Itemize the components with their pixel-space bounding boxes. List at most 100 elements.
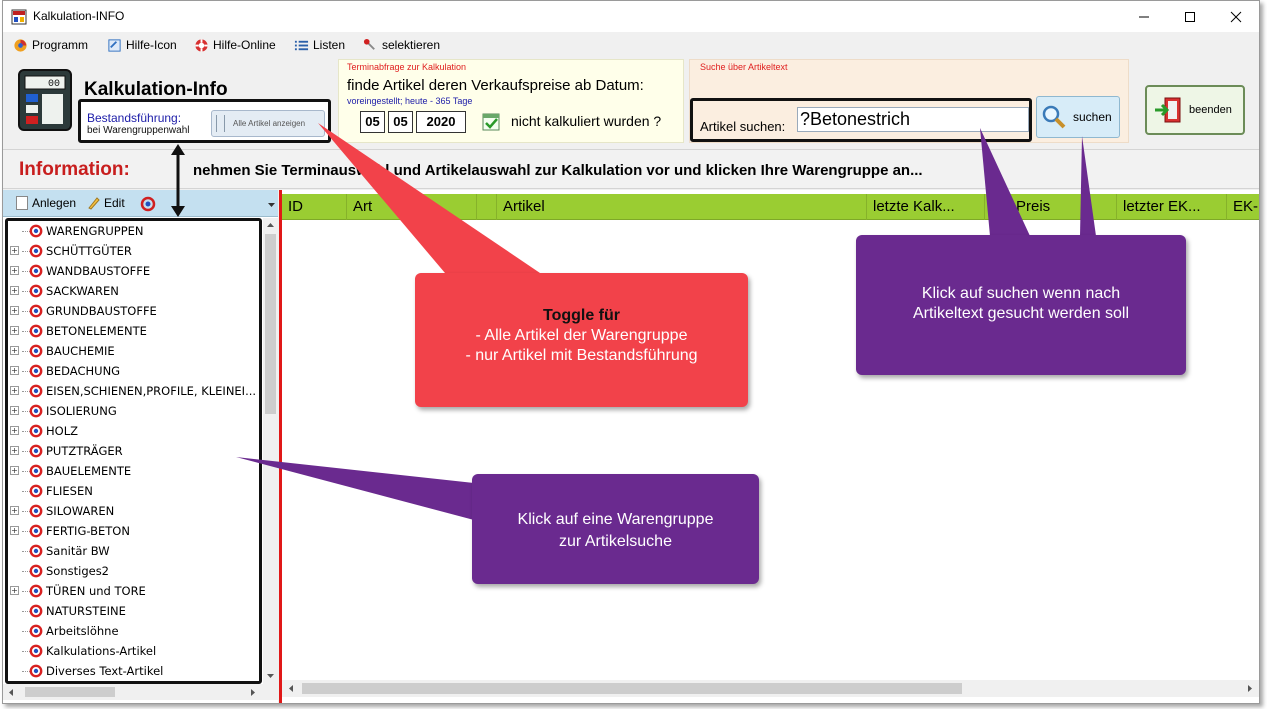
dropdown-arrow-icon[interactable] — [267, 200, 276, 209]
expand-icon[interactable]: + — [10, 506, 19, 515]
article-search-label: Artikel suchen: — [700, 119, 786, 134]
tree-item-label: SACKWAREN — [46, 284, 119, 298]
column-ek-price[interactable]: EK-Preis — [985, 194, 1117, 220]
tree-item[interactable]: + ISOLIERUNG — [8, 401, 258, 421]
product-group-icon — [29, 284, 43, 298]
column-artikel[interactable]: Artikel — [497, 194, 867, 220]
column-ek-cut[interactable]: EK- — [1227, 194, 1259, 220]
tree-item[interactable]: Diverses Text-Artikel — [8, 661, 258, 681]
tree-item[interactable]: + HOLZ — [8, 421, 258, 441]
date-month-field[interactable]: 05 — [388, 111, 413, 133]
tree-item[interactable]: + BETONELEMENTE — [8, 321, 258, 341]
scroll-right-icon[interactable] — [249, 688, 257, 697]
tree-horizontal-thumb[interactable] — [25, 687, 115, 697]
grid-horizontal-scrollbar[interactable] — [282, 680, 1259, 697]
tree-item-label: SILOWAREN — [46, 504, 115, 518]
menu-listen[interactable]: Listen — [294, 36, 345, 54]
scroll-down-icon[interactable] — [266, 672, 275, 680]
tree-item[interactable]: + FERTIG-BETON — [8, 521, 258, 541]
date-year-field[interactable]: 2020 — [416, 111, 466, 133]
expand-icon[interactable]: + — [10, 306, 19, 315]
product-group-icon — [29, 484, 43, 498]
tree-item[interactable]: + BAUCHEMIE — [8, 341, 258, 361]
app-icon — [11, 9, 27, 25]
expand-icon[interactable]: + — [10, 446, 19, 455]
tree-item[interactable]: Kalkulations-Artikel — [8, 641, 258, 661]
expand-icon[interactable]: + — [10, 406, 19, 415]
search-button[interactable]: suchen — [1036, 96, 1120, 138]
edit-group-button[interactable]: Edit — [87, 196, 125, 210]
tree-item[interactable]: + PUTZTRÄGER — [8, 441, 258, 461]
expand-icon[interactable]: + — [10, 266, 19, 275]
close-button[interactable] — [1213, 1, 1259, 32]
tree-item-label: PUTZTRÄGER — [46, 444, 123, 458]
menu-programm[interactable]: Programm — [13, 36, 88, 54]
column-last-ek[interactable]: letzter EK... — [1117, 194, 1227, 220]
stock-management-sublabel: bei Warengruppenwahl — [87, 125, 190, 136]
date-query-suffix: nicht kalkuliert wurden ? — [511, 113, 662, 129]
tree-item[interactable]: FLIESEN — [8, 481, 258, 501]
article-search-input[interactable] — [797, 107, 1029, 132]
maximize-button[interactable] — [1167, 1, 1213, 32]
date-day-field[interactable]: 05 — [360, 111, 385, 133]
group-tool-button[interactable] — [140, 196, 156, 212]
scroll-up-icon[interactable] — [266, 221, 275, 229]
product-group-icon — [29, 624, 43, 638]
expand-icon[interactable]: + — [10, 246, 19, 255]
product-group-icon — [29, 464, 43, 478]
tree-item[interactable]: + GRUNDBAUSTOFFE — [8, 301, 258, 321]
tree-item-label: FLIESEN — [46, 484, 93, 498]
menu-hilfe-online[interactable]: Hilfe-Online — [194, 36, 276, 54]
product-group-icon — [29, 344, 43, 358]
product-group-icon — [29, 504, 43, 518]
tree-item[interactable]: + BEDACHUNG — [8, 361, 258, 381]
product-group-icon — [140, 196, 156, 212]
expand-icon[interactable]: + — [10, 526, 19, 535]
tree-item[interactable]: Sonstiges2 — [8, 561, 258, 581]
expand-icon[interactable]: + — [10, 286, 19, 295]
expand-icon[interactable]: + — [10, 326, 19, 335]
tree-item[interactable]: + SACKWAREN — [8, 281, 258, 301]
expand-icon[interactable]: + — [10, 466, 19, 475]
column-spacer[interactable] — [477, 194, 497, 220]
expand-icon[interactable]: + — [10, 586, 19, 595]
menu-hilfe-icon[interactable]: Hilfe-Icon — [107, 36, 177, 54]
product-group-icon — [29, 384, 43, 398]
search-callout-line: Klick auf suchen wenn nach — [921, 285, 1121, 302]
column-art[interactable]: Art — [347, 194, 477, 220]
column-last-calc[interactable]: letzte Kalk... — [867, 194, 985, 220]
tree-item-label: Diverses Text-Artikel — [46, 664, 164, 678]
tree-item[interactable]: WARENGRUPPEN — [8, 221, 258, 241]
expand-icon[interactable]: + — [10, 386, 19, 395]
expand-icon[interactable]: + — [10, 426, 19, 435]
tree-item-label: EISEN,SCHIENEN,PROFILE, KLEINEI... — [46, 384, 257, 398]
minimize-button[interactable] — [1121, 1, 1167, 32]
add-group-button[interactable]: Anlegen — [15, 196, 76, 210]
product-group-icon — [29, 404, 43, 418]
exit-button[interactable]: beenden — [1145, 85, 1245, 135]
grid-horizontal-thumb[interactable] — [302, 683, 962, 694]
tree-vertical-thumb[interactable] — [265, 234, 276, 414]
scroll-left-icon[interactable] — [287, 684, 295, 693]
menu-selektieren[interactable]: selektieren — [363, 36, 440, 54]
tree-item[interactable]: + SILOWAREN — [8, 501, 258, 521]
new-document-icon — [16, 196, 28, 210]
tree-item[interactable]: + WANDBAUSTOFFE — [8, 261, 258, 281]
tree-item[interactable]: + SCHÜTTGÜTER — [8, 241, 258, 261]
tree-item-label: SCHÜTTGÜTER — [46, 244, 132, 258]
tree-item[interactable]: NATURSTEINE — [8, 601, 258, 621]
expand-icon[interactable]: + — [10, 346, 19, 355]
calendar-check-icon[interactable] — [482, 111, 500, 131]
tree-horizontal-scrollbar[interactable] — [3, 684, 278, 700]
tree-item[interactable]: Sanitär BW — [8, 541, 258, 561]
tree-vertical-scrollbar[interactable] — [263, 218, 278, 684]
tree-item[interactable]: Arbeitslöhne — [8, 621, 258, 641]
scroll-right-icon[interactable] — [1246, 684, 1254, 693]
tree-item[interactable]: + BAUELEMENTE — [8, 461, 258, 481]
column-id[interactable]: ID — [282, 194, 347, 220]
tree-item[interactable]: + TÜREN und TORE — [8, 581, 258, 601]
scroll-left-icon[interactable] — [7, 688, 15, 697]
tree-item[interactable]: + EISEN,SCHIENEN,PROFILE, KLEINEI... — [8, 381, 258, 401]
expand-icon[interactable]: + — [10, 366, 19, 375]
show-all-articles-toggle[interactable]: Alle Artikel anzeigen — [211, 110, 325, 137]
